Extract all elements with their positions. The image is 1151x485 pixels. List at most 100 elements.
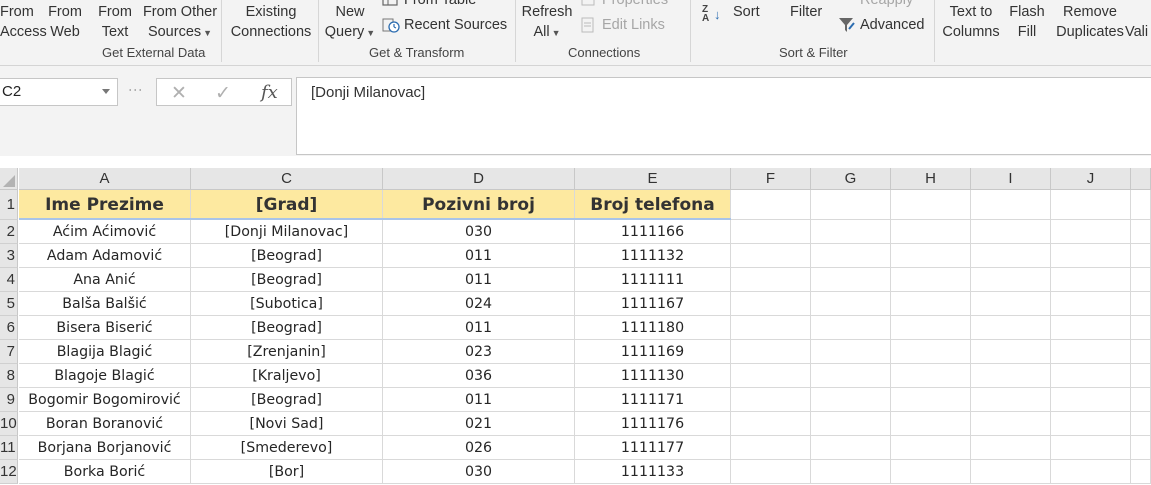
table-cell[interactable]: [891, 316, 971, 340]
row-header-11[interactable]: 11: [0, 436, 18, 460]
table-cell[interactable]: Borka Borić: [19, 460, 191, 484]
table-cell[interactable]: [Novi Sad]: [191, 412, 383, 436]
table-cell[interactable]: [1131, 268, 1151, 292]
row-header-7[interactable]: 7: [0, 340, 18, 364]
table-cell[interactable]: [811, 460, 891, 484]
table-cell[interactable]: [1051, 340, 1131, 364]
table-cell[interactable]: [731, 340, 811, 364]
table-cell[interactable]: [971, 364, 1051, 388]
filter-button[interactable]: Filter: [790, 2, 822, 22]
table-cell[interactable]: [971, 190, 1051, 220]
table-cell[interactable]: [Beograd]: [191, 244, 383, 268]
table-cell[interactable]: [891, 268, 971, 292]
table-cell[interactable]: [1051, 292, 1131, 316]
column-header-g[interactable]: G: [811, 168, 891, 190]
data-validation-button[interactable]: Vali: [1125, 22, 1148, 42]
table-cell[interactable]: [891, 412, 971, 436]
column-header-e[interactable]: E: [575, 168, 731, 190]
table-cell[interactable]: Balša Balšić: [19, 292, 191, 316]
sort-button[interactable]: Sort: [733, 2, 760, 22]
table-cell[interactable]: [1131, 220, 1151, 244]
name-box[interactable]: C2: [0, 78, 118, 106]
table-cell[interactable]: Boran Boranović: [19, 412, 191, 436]
table-cell[interactable]: 023: [383, 340, 575, 364]
table-cell[interactable]: [1131, 244, 1151, 268]
table-cell[interactable]: [811, 190, 891, 220]
table-cell[interactable]: Ana Anić: [19, 268, 191, 292]
table-cell[interactable]: 1111180: [575, 316, 731, 340]
table-cell[interactable]: 1111171: [575, 388, 731, 412]
table-cell[interactable]: 030: [383, 460, 575, 484]
table-cell[interactable]: 1111176: [575, 412, 731, 436]
table-cell[interactable]: Adam Adamović: [19, 244, 191, 268]
table-cell[interactable]: 1111169: [575, 340, 731, 364]
table-cell[interactable]: 036: [383, 364, 575, 388]
table-cell[interactable]: [891, 220, 971, 244]
table-cell[interactable]: [1131, 364, 1151, 388]
table-cell[interactable]: [731, 292, 811, 316]
table-cell[interactable]: [1051, 268, 1131, 292]
table-cell[interactable]: [811, 292, 891, 316]
column-header-j[interactable]: J: [1051, 168, 1131, 190]
row-header-3[interactable]: 3: [0, 244, 18, 268]
sort-az-button[interactable]: ZA ↓: [702, 5, 721, 24]
existing-connections-button[interactable]: Existing Connections: [228, 2, 314, 42]
table-cell[interactable]: 021: [383, 412, 575, 436]
table-cell[interactable]: [971, 340, 1051, 364]
table-cell[interactable]: 1111167: [575, 292, 731, 316]
table-cell[interactable]: [1131, 190, 1151, 220]
refresh-all-button[interactable]: Refresh All ▼: [519, 2, 575, 43]
table-cell[interactable]: 1111130: [575, 364, 731, 388]
cancel-icon[interactable]: ✕: [171, 82, 187, 105]
from-text-button[interactable]: From Text: [96, 2, 134, 42]
table-cell[interactable]: 026: [383, 436, 575, 460]
table-cell[interactable]: [731, 316, 811, 340]
table-cell[interactable]: [Beograd]: [191, 316, 383, 340]
from-other-sources-button[interactable]: From Other Sources ▼: [140, 2, 220, 43]
table-header-cell[interactable]: [Grad]: [191, 190, 383, 220]
table-cell[interactable]: [811, 220, 891, 244]
table-header-cell[interactable]: Pozivni broj: [383, 190, 575, 220]
table-cell[interactable]: [1051, 364, 1131, 388]
table-cell[interactable]: [731, 412, 811, 436]
table-cell[interactable]: [Subotica]: [191, 292, 383, 316]
table-cell[interactable]: [811, 388, 891, 412]
row-header-12[interactable]: 12: [0, 460, 18, 484]
table-cell[interactable]: [1131, 412, 1151, 436]
column-header-h[interactable]: H: [891, 168, 971, 190]
table-cell[interactable]: 011: [383, 244, 575, 268]
table-cell[interactable]: [971, 316, 1051, 340]
insert-function-icon[interactable]: fx: [261, 82, 278, 103]
table-cell[interactable]: [811, 244, 891, 268]
table-cell[interactable]: [811, 340, 891, 364]
table-cell[interactable]: 030: [383, 220, 575, 244]
table-cell[interactable]: 1111111: [575, 268, 731, 292]
table-cell[interactable]: [Donji Milanovac]: [191, 220, 383, 244]
table-cell[interactable]: [Beograd]: [191, 268, 383, 292]
column-header-d[interactable]: D: [383, 168, 575, 190]
drag-handle-icon[interactable]: ⋮: [128, 83, 144, 97]
recent-sources-button[interactable]: Recent Sources: [382, 17, 507, 33]
table-cell[interactable]: 011: [383, 316, 575, 340]
advanced-button[interactable]: Advanced: [838, 17, 925, 33]
table-cell[interactable]: 1111133: [575, 460, 731, 484]
table-header-cell[interactable]: Broj telefona: [575, 190, 731, 220]
row-header-2[interactable]: 2: [0, 220, 18, 244]
table-cell[interactable]: [Beograd]: [191, 388, 383, 412]
table-cell[interactable]: [891, 244, 971, 268]
table-cell[interactable]: Borjana Borjanović: [19, 436, 191, 460]
column-header-c[interactable]: C: [191, 168, 383, 190]
from-table-button[interactable]: From Table: [382, 0, 476, 8]
table-cell[interactable]: [891, 364, 971, 388]
table-cell[interactable]: 024: [383, 292, 575, 316]
table-cell[interactable]: [731, 220, 811, 244]
table-cell[interactable]: [1051, 316, 1131, 340]
table-cell[interactable]: [1131, 316, 1151, 340]
table-cell[interactable]: [971, 436, 1051, 460]
table-cell[interactable]: [971, 292, 1051, 316]
table-cell[interactable]: [1051, 190, 1131, 220]
table-cell[interactable]: 1111177: [575, 436, 731, 460]
edit-links-button[interactable]: Edit Links: [580, 17, 665, 33]
table-cell[interactable]: [811, 268, 891, 292]
table-cell[interactable]: [891, 436, 971, 460]
